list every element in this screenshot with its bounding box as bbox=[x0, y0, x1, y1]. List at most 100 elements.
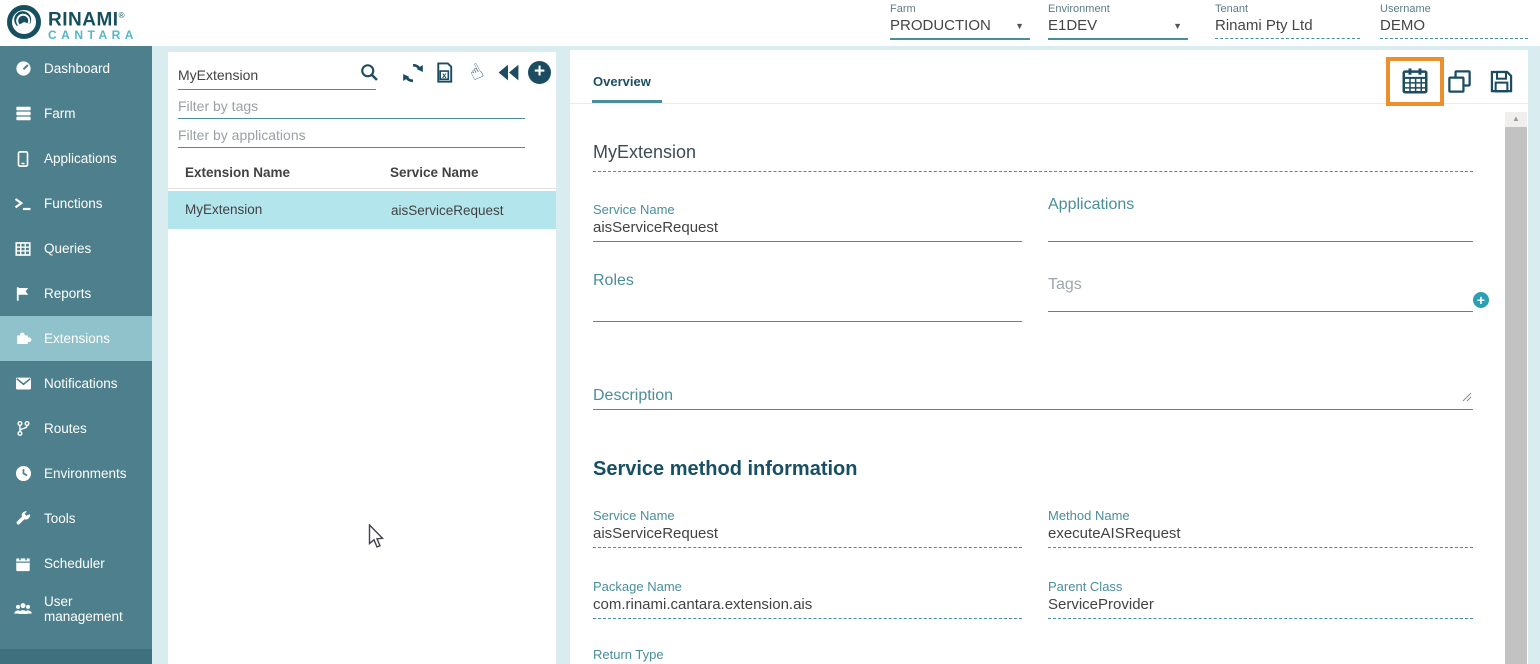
tab-bar: Overview bbox=[570, 50, 1528, 104]
sidebar-item-tools[interactable]: Tools bbox=[0, 496, 152, 541]
applications-icon bbox=[13, 149, 33, 169]
method-name-field[interactable]: Method Name executeAISRequest bbox=[1048, 508, 1473, 548]
parent-class-field[interactable]: Parent Class ServiceProvider bbox=[1048, 579, 1473, 619]
tenant-value: Rinami Pty Ltd bbox=[1215, 17, 1313, 34]
roles-field[interactable]: Roles bbox=[593, 272, 1022, 322]
farm-select[interactable]: Farm PRODUCTION ▼ bbox=[890, 3, 1030, 40]
resize-handle-icon[interactable] bbox=[1462, 389, 1472, 407]
username-label: Username bbox=[1380, 3, 1528, 15]
extensions-list-panel: x ☝ + Extension Name Service Name MyExte… bbox=[168, 52, 556, 664]
tenant-field[interactable]: Tenant Rinami Pty Ltd bbox=[1215, 3, 1360, 39]
vertical-scrollbar: ▲ bbox=[1505, 112, 1527, 664]
add-tag-icon[interactable]: + bbox=[1473, 292, 1489, 308]
app-logo[interactable]: RINAMI® CANTARA bbox=[6, 4, 138, 45]
sidebar-nav: Dashboard Farm Applications Functions Qu… bbox=[0, 46, 152, 664]
sidebar-item-routes[interactable]: Routes bbox=[0, 406, 152, 451]
sidebar-item-reports[interactable]: Reports bbox=[0, 271, 152, 316]
environment-select[interactable]: Environment E1DEV ▼ bbox=[1048, 3, 1188, 40]
user-management-icon bbox=[13, 599, 33, 619]
refresh-icon[interactable] bbox=[400, 60, 425, 85]
add-icon[interactable]: + bbox=[528, 61, 551, 84]
sidebar-item-extensions[interactable]: Extensions bbox=[0, 316, 152, 361]
sidebar-item-environments[interactable]: Environments bbox=[0, 451, 152, 496]
farm-value: PRODUCTION bbox=[890, 17, 991, 34]
table-header-row: Extension Name Service Name bbox=[168, 158, 556, 189]
package-name-value: com.rinami.cantara.extension.ais bbox=[593, 596, 1022, 618]
package-name-label: Package Name bbox=[593, 579, 1022, 594]
method-name-label: Method Name bbox=[1048, 508, 1473, 523]
tags-value bbox=[1048, 306, 1473, 311]
copy-icon[interactable] bbox=[1446, 68, 1473, 100]
notifications-icon bbox=[13, 374, 33, 394]
extension-search-field bbox=[178, 60, 376, 90]
sidebar-item-notifications[interactable]: Notifications bbox=[0, 361, 152, 406]
parent-class-label: Parent Class bbox=[1048, 579, 1473, 594]
queries-icon bbox=[13, 239, 33, 259]
method-service-name-field[interactable]: Service Name aisServiceRequest bbox=[593, 508, 1022, 548]
environments-icon bbox=[13, 464, 33, 484]
sidebar-item-scheduler[interactable]: Scheduler bbox=[0, 541, 152, 586]
registered-mark: ® bbox=[119, 11, 125, 20]
farm-icon bbox=[13, 104, 33, 124]
calendar-icon[interactable] bbox=[1400, 66, 1430, 101]
filter-by-tags-input[interactable] bbox=[178, 93, 525, 119]
top-header: RINAMI® CANTARA Farm PRODUCTION ▼ Enviro… bbox=[0, 0, 1540, 46]
sidebar-item-dashboard[interactable]: Dashboard bbox=[0, 46, 152, 91]
service-name-label: Service Name bbox=[593, 202, 1022, 217]
dashboard-icon bbox=[13, 59, 33, 79]
svg-text:x: x bbox=[442, 71, 447, 80]
reports-icon bbox=[13, 284, 33, 304]
description-textarea[interactable]: Description bbox=[593, 387, 1473, 410]
tab-overview[interactable]: Overview bbox=[593, 74, 651, 89]
service-name-field[interactable]: Service Name aisServiceRequest bbox=[593, 202, 1022, 242]
hand-pointer-icon[interactable]: ☝ bbox=[464, 60, 489, 85]
return-type-field[interactable]: Return Type bbox=[593, 647, 1022, 664]
sidebar-item-applications[interactable]: Applications bbox=[0, 136, 152, 181]
roles-value bbox=[593, 316, 1022, 321]
service-method-information-title: Service method information bbox=[593, 458, 858, 481]
username-field[interactable]: Username DEMO bbox=[1380, 3, 1528, 39]
applications-field[interactable]: Applications bbox=[1048, 196, 1473, 242]
column-header-service-name[interactable]: Service Name bbox=[390, 165, 479, 180]
return-type-label: Return Type bbox=[593, 647, 1022, 662]
extension-name-field[interactable]: MyExtension bbox=[593, 142, 1473, 172]
logo-name: RINAMI® bbox=[48, 7, 138, 28]
rinami-logo-icon bbox=[6, 4, 42, 45]
sidebar-item-user-management[interactable]: User management bbox=[0, 586, 152, 631]
sidebar-item-queries[interactable]: Queries bbox=[0, 226, 152, 271]
extension-detail-panel: Overview MyExtension Service Name aisSer… bbox=[570, 50, 1528, 664]
tenant-label: Tenant bbox=[1215, 3, 1360, 15]
applications-label: Applications bbox=[1048, 196, 1473, 214]
method-service-name-value: aisServiceRequest bbox=[593, 525, 1022, 547]
excel-export-icon[interactable]: x bbox=[432, 60, 457, 85]
chevron-down-icon: ▼ bbox=[1173, 21, 1182, 31]
scrollbar-thumb[interactable] bbox=[1505, 127, 1527, 664]
roles-label: Roles bbox=[593, 272, 1022, 290]
sidebar-footer-bar bbox=[0, 649, 152, 664]
search-icon[interactable] bbox=[359, 62, 380, 88]
save-icon[interactable] bbox=[1488, 68, 1515, 100]
package-name-field[interactable]: Package Name com.rinami.cantara.extensio… bbox=[593, 579, 1022, 619]
table-row[interactable]: MyExtension aisServiceRequest bbox=[168, 191, 556, 229]
extension-search-input[interactable] bbox=[178, 67, 359, 83]
active-tab-indicator bbox=[592, 100, 662, 103]
environment-value: E1DEV bbox=[1048, 17, 1097, 34]
logo-subname: CANTARA bbox=[48, 29, 138, 42]
farm-label: Farm bbox=[890, 3, 1030, 15]
method-service-name-label: Service Name bbox=[593, 508, 1022, 523]
extensions-icon bbox=[13, 329, 33, 349]
sidebar-item-farm[interactable]: Farm bbox=[0, 91, 152, 136]
filter-by-applications-input[interactable] bbox=[178, 122, 525, 148]
list-toolbar: x ☝ + bbox=[400, 60, 551, 85]
rewind-icon[interactable] bbox=[496, 60, 521, 85]
extension-name-value: MyExtension bbox=[593, 142, 1473, 163]
sidebar-item-functions[interactable]: Functions bbox=[0, 181, 152, 226]
tags-field[interactable]: Tags bbox=[1048, 276, 1473, 312]
description-label: Description bbox=[593, 387, 1473, 405]
column-header-extension-name[interactable]: Extension Name bbox=[185, 165, 290, 180]
routes-icon bbox=[13, 419, 33, 439]
parent-class-value: ServiceProvider bbox=[1048, 596, 1473, 618]
service-name-value: aisServiceRequest bbox=[593, 219, 1022, 241]
scheduler-icon bbox=[13, 554, 33, 574]
scroll-up-arrow-icon[interactable]: ▲ bbox=[1505, 114, 1527, 123]
